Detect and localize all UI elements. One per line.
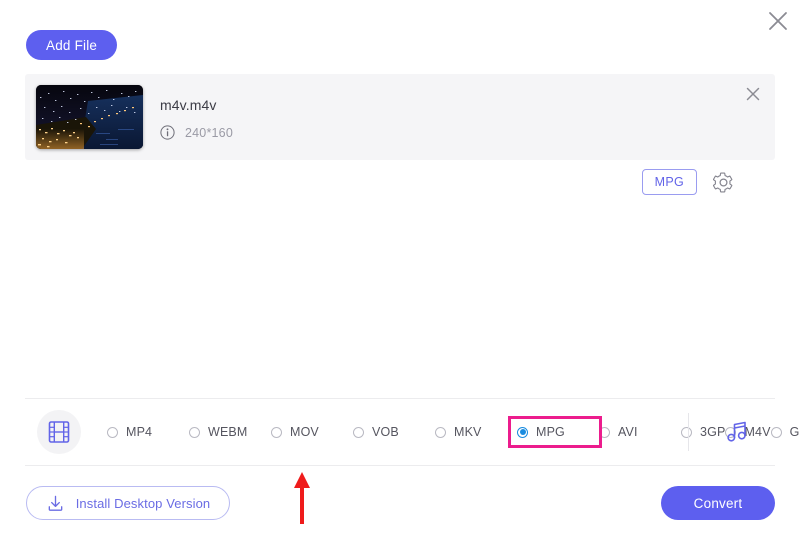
panel-divider bbox=[688, 413, 689, 451]
format-option-mpg[interactable]: MPG bbox=[508, 416, 602, 448]
close-icon bbox=[769, 12, 787, 30]
format-options-grid: MP4WEBMMOVVOBMKVMPGAVI3GPM4VGIFFLVYouTub… bbox=[107, 416, 800, 448]
remove-file-button[interactable] bbox=[743, 84, 763, 104]
format-option-label: MOV bbox=[290, 425, 319, 439]
close-icon bbox=[746, 87, 760, 101]
film-strip-icon bbox=[48, 421, 70, 443]
format-option-gif[interactable]: GIF bbox=[770, 419, 800, 445]
format-option-vob[interactable]: VOB bbox=[353, 419, 435, 445]
format-option-label: AVI bbox=[618, 425, 638, 439]
annotation-arrow-up bbox=[288, 470, 316, 525]
add-file-button[interactable]: Add File bbox=[26, 30, 118, 60]
radio-mov[interactable] bbox=[271, 426, 282, 438]
file-name: m4v.m4v bbox=[160, 97, 217, 113]
night-city-harbor-image bbox=[36, 85, 143, 149]
format-option-webm[interactable]: WEBM bbox=[189, 419, 271, 445]
music-note-icon bbox=[727, 421, 746, 442]
info-icon bbox=[160, 125, 175, 140]
radio-mpg[interactable] bbox=[517, 426, 528, 438]
radio-gif[interactable] bbox=[770, 426, 782, 438]
format-option-avi[interactable]: AVI bbox=[599, 419, 681, 445]
radio-mp4[interactable] bbox=[107, 426, 118, 438]
radio-webm[interactable] bbox=[189, 426, 200, 438]
arrow-up-icon bbox=[294, 472, 310, 524]
convert-button[interactable]: Convert bbox=[661, 486, 775, 520]
gear-icon bbox=[712, 171, 732, 193]
audio-formats-button[interactable] bbox=[720, 415, 754, 449]
format-option-mp4[interactable]: MP4 bbox=[107, 419, 189, 445]
download-icon bbox=[48, 495, 63, 511]
file-dimensions: 240*160 bbox=[185, 125, 233, 140]
video-converter-window: Add File m4v.m4v 240*160 MPG MP4 WEBM MO… bbox=[0, 0, 800, 543]
file-details-row: 240*160 bbox=[160, 125, 233, 140]
format-option-label: MPG bbox=[536, 425, 565, 439]
radio-mkv[interactable] bbox=[435, 426, 446, 438]
file-item-card: m4v.m4v 240*160 MPG bbox=[25, 74, 775, 195]
format-option-label: MP4 bbox=[126, 425, 153, 439]
file-metadata: m4v.m4v 240*160 bbox=[160, 96, 233, 140]
format-option-label: VOB bbox=[372, 425, 399, 439]
format-option-label: MKV bbox=[454, 425, 482, 439]
radio-3gp[interactable] bbox=[681, 426, 692, 438]
format-selection-panel: MP4WEBMMOVVOBMKVMPGAVI3GPM4VGIFFLVYouTub… bbox=[25, 398, 800, 466]
radio-avi[interactable] bbox=[599, 426, 610, 438]
format-option-label: WEBM bbox=[208, 425, 248, 439]
file-thumbnail bbox=[36, 85, 143, 149]
format-option-mov[interactable]: MOV bbox=[271, 419, 353, 445]
window-close-button[interactable] bbox=[763, 6, 793, 36]
output-format-button[interactable]: MPG bbox=[641, 169, 697, 195]
radio-vob[interactable] bbox=[353, 426, 364, 438]
install-desktop-version-button[interactable]: Install Desktop Version bbox=[26, 486, 230, 520]
video-formats-icon-badge bbox=[37, 410, 81, 454]
format-option-mkv[interactable]: MKV bbox=[435, 419, 517, 445]
file-settings-button[interactable] bbox=[711, 170, 735, 194]
format-option-label: GIF bbox=[789, 425, 800, 439]
install-button-label: Install Desktop Version bbox=[75, 495, 211, 511]
